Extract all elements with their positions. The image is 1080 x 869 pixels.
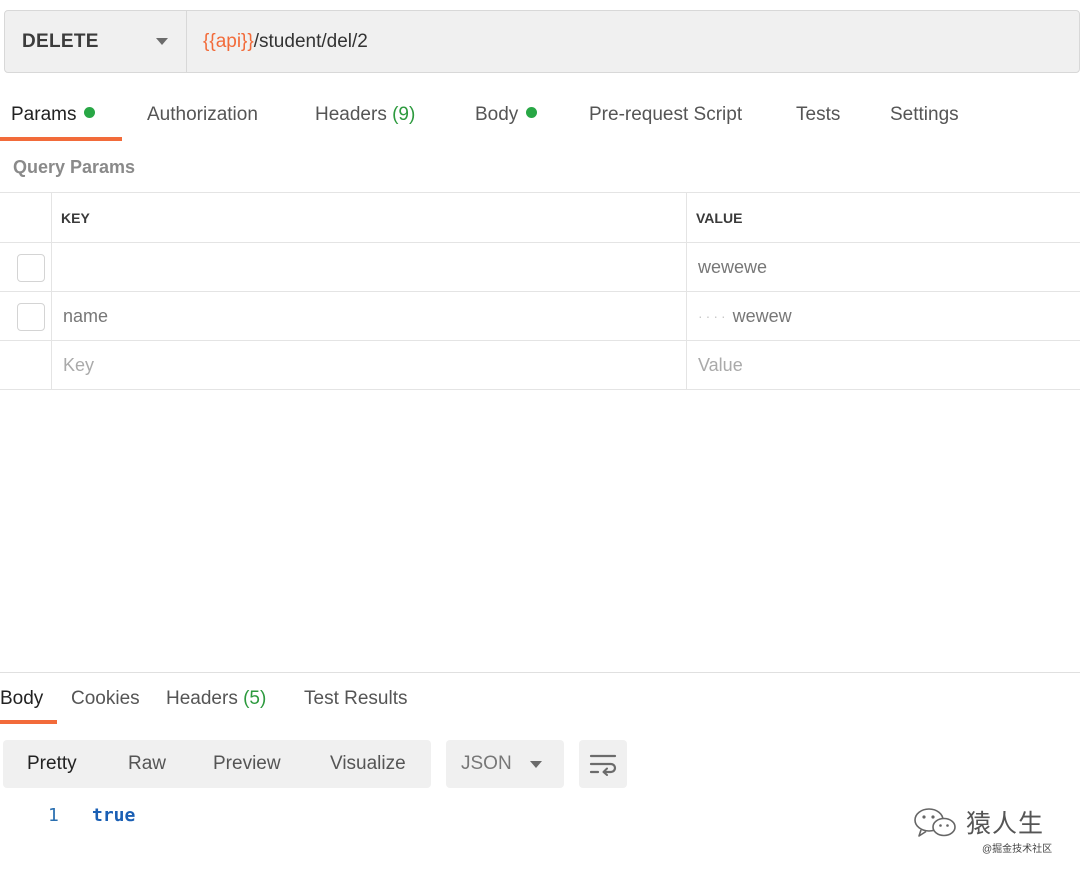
response-code-line: 1 true (0, 805, 400, 831)
tab-label: Headers (315, 104, 387, 125)
response-divider (0, 672, 1080, 673)
view-mode-group: Pretty Raw Preview Visualize (3, 740, 431, 788)
headers-count-badge: (5) (243, 688, 267, 709)
param-value-text: wewew (732, 305, 792, 326)
method-select[interactable]: DELETE (5, 11, 187, 72)
query-params-title: Query Params (13, 157, 136, 177)
tab-params[interactable]: Params (11, 104, 96, 126)
tab-label: Pre-request Script (589, 104, 743, 125)
tab-label: Cookies (71, 688, 140, 709)
header-check-cell (0, 193, 52, 242)
row-check-cell (0, 341, 52, 389)
row-check-cell (0, 243, 52, 291)
param-key-field[interactable] (52, 243, 687, 291)
wechat-icon (914, 808, 956, 837)
wrap-lines-icon (589, 754, 617, 776)
view-visualize-button[interactable]: Visualize (330, 753, 406, 775)
row-check-cell (0, 292, 52, 340)
code-value: true (92, 805, 136, 826)
param-checkbox[interactable] (17, 254, 45, 282)
url-path: /student/del/2 (253, 30, 368, 52)
format-label: JSON (461, 753, 512, 774)
tab-headers[interactable]: Headers (9) (315, 104, 415, 126)
tab-tests[interactable]: Tests (796, 104, 840, 126)
tab-label: Body (475, 104, 519, 125)
param-value-field[interactable]: wewewe (687, 243, 1080, 291)
tab-authorization[interactable]: Authorization (147, 104, 258, 126)
param-checkbox[interactable] (17, 303, 45, 331)
view-pretty-button[interactable]: Pretty (27, 753, 77, 775)
tab-label: Tests (796, 104, 841, 125)
tab-settings[interactable]: Settings (890, 104, 959, 126)
url-variable: {{api}} (203, 30, 254, 52)
tab-body[interactable]: Body (475, 104, 538, 126)
tab-label: Body (0, 688, 44, 709)
tab-pre-request-script[interactable]: Pre-request Script (589, 104, 742, 126)
new-value-input[interactable]: Value (687, 341, 1080, 389)
status-dot-icon (84, 107, 96, 118)
request-url-bar: DELETE {{api}}/student/del/2 (4, 10, 1080, 73)
status-dot-icon (526, 107, 538, 118)
tab-label: Test Results (304, 688, 408, 709)
table-header-row: KEY VALUE (0, 193, 1080, 243)
table-row-new: Key Value (0, 341, 1080, 390)
tab-label: Authorization (147, 104, 258, 125)
table-row: wewewe (0, 243, 1080, 292)
response-tab-cookies[interactable]: Cookies (71, 688, 140, 710)
active-response-tab-indicator (0, 720, 57, 724)
params-table: KEY VALUE wewewe name ···· wewew Key Valu… (0, 192, 1080, 390)
url-input[interactable]: {{api}}/student/del/2 (187, 11, 1079, 72)
tab-label: Params (11, 104, 77, 125)
format-select[interactable]: JSON (446, 740, 564, 788)
watermark-subtitle: @掘金技术社区 (982, 844, 1053, 855)
column-header-key: KEY (52, 193, 687, 242)
method-label: DELETE (22, 30, 99, 52)
new-key-input[interactable]: Key (52, 341, 687, 389)
watermark-title: 猿人生 (966, 809, 1045, 838)
active-tab-indicator (0, 137, 122, 141)
headers-count-badge: (9) (392, 104, 416, 125)
chevron-down-icon (156, 38, 168, 45)
wrap-lines-button[interactable] (579, 740, 627, 788)
view-preview-button[interactable]: Preview (213, 753, 281, 775)
tab-label: Headers (166, 688, 238, 709)
response-tab-test-results[interactable]: Test Results (304, 688, 407, 710)
param-value-field[interactable]: ···· wewew (687, 292, 1080, 340)
column-header-value: VALUE (696, 209, 743, 226)
watermark: 猿人生 @掘金技术社区 (912, 800, 1072, 860)
param-key-field[interactable]: name (52, 292, 687, 340)
view-raw-button[interactable]: Raw (128, 753, 166, 775)
table-row: name ···· wewew (0, 292, 1080, 341)
tab-label: Settings (890, 104, 959, 125)
line-number: 1 (48, 805, 59, 826)
request-tabs: Params Authorization Headers (9) Body Pr… (0, 92, 1080, 142)
whitespace-marker: ···· (698, 308, 729, 324)
response-tab-headers[interactable]: Headers (5) (166, 688, 266, 710)
param-value-text: wewewe (698, 256, 768, 277)
chevron-down-icon (530, 761, 542, 768)
response-tab-body[interactable]: Body (0, 688, 43, 710)
